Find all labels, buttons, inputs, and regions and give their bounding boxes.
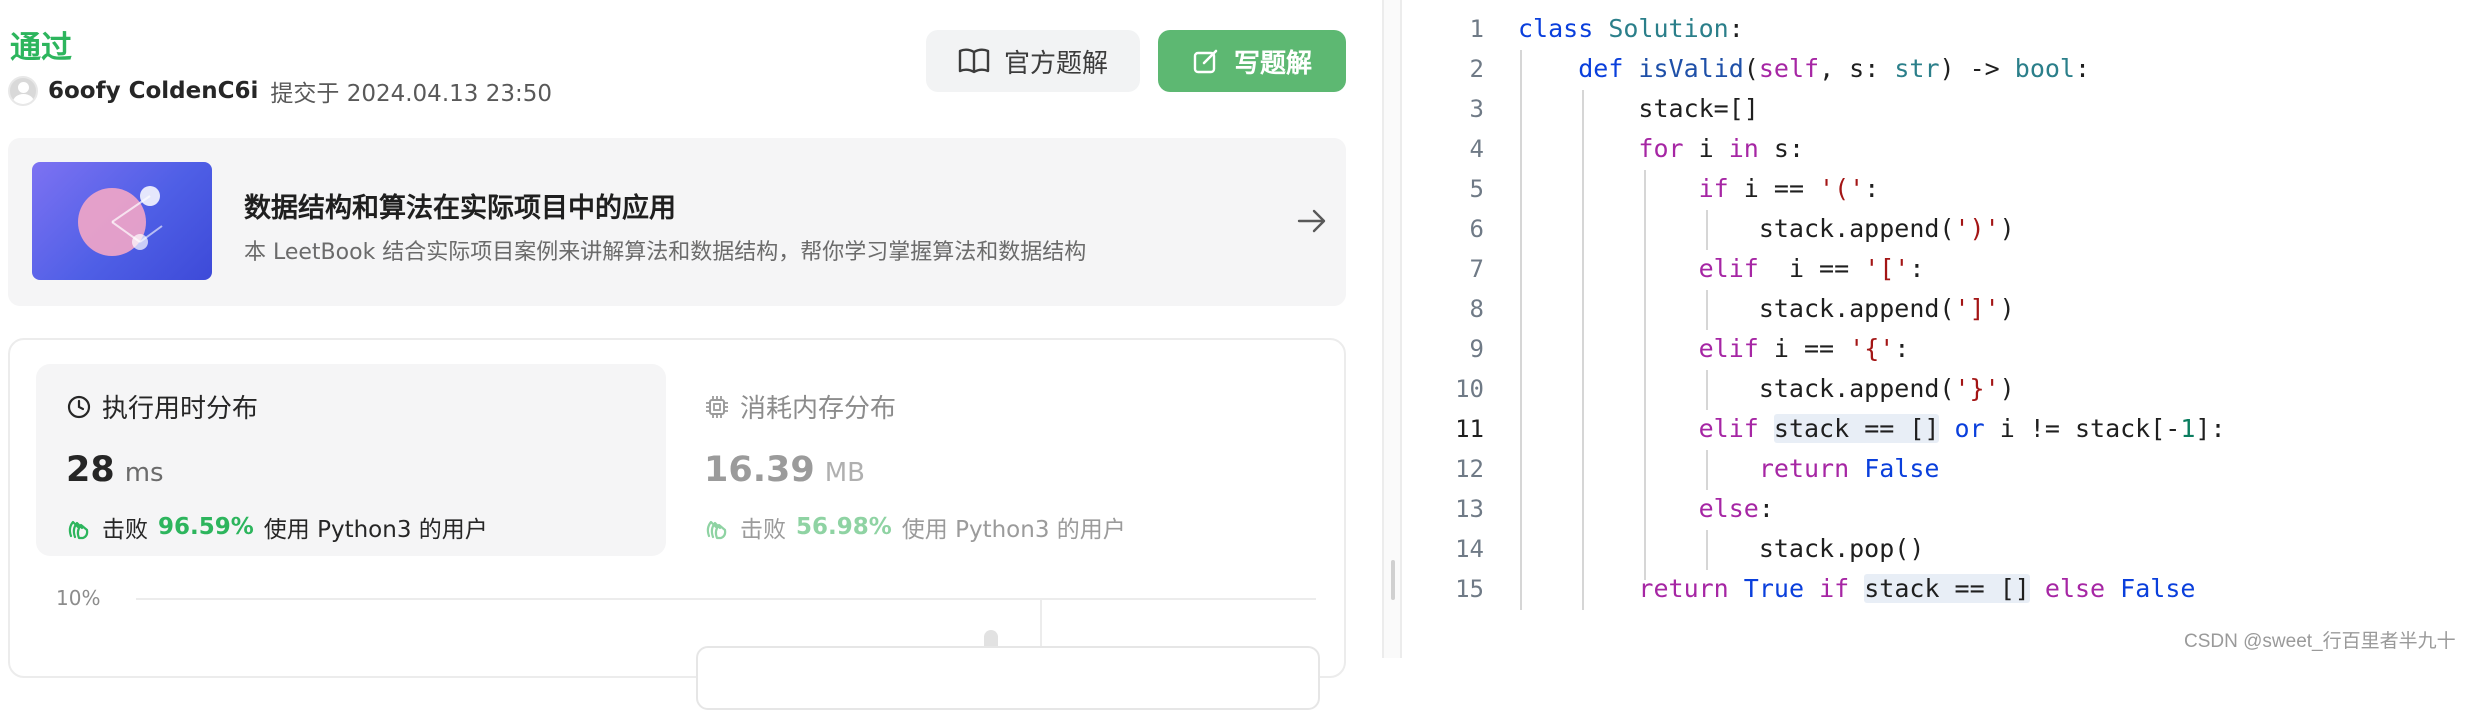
official-solution-button[interactable]: 官方题解 — [926, 30, 1140, 92]
memory-beat-percent: 56.98% — [796, 514, 892, 540]
official-solution-label: 官方题解 — [1003, 48, 1108, 79]
avatar[interactable] — [8, 76, 38, 106]
status-title: 通过 — [10, 30, 72, 66]
book-icon — [958, 48, 990, 74]
memory-label: 消耗内存分布 — [740, 394, 897, 424]
chart-gridline — [136, 598, 1316, 600]
clap-hands-icon — [706, 520, 727, 540]
arrow-right-icon[interactable] — [1296, 206, 1328, 236]
username[interactable]: 6oofy ColdenC6i — [48, 78, 258, 104]
distribution-chart[interactable]: 10% — [36, 570, 1326, 710]
performance-card: 执行用时分布 28 ms 击败 96.59% 使用 Python3 的用户 消耗内… — [8, 338, 1346, 710]
chart-y-tick: 10% — [56, 586, 101, 610]
memory-stat[interactable]: 消耗内存分布 16.39 MB 击败 56.98% 使用 Python3 的用户 — [704, 364, 1304, 556]
clap-hands-icon — [68, 520, 89, 540]
runtime-header: 执行用时分布 — [66, 388, 258, 425]
banner-illustration — [32, 162, 212, 280]
banner-description: 本 LeetBook 结合实际项目案例来讲解算法和数据结构，帮你学习掌握算法和数… — [244, 240, 1087, 265]
memory-value: 16.39 MB — [704, 450, 865, 490]
chart-tooltip — [696, 646, 1320, 710]
drag-handle[interactable] — [1391, 560, 1395, 600]
banner-title: 数据结构和算法在实际项目中的应用 — [244, 193, 676, 224]
runtime-label: 执行用时分布 — [102, 394, 259, 424]
memory-beat: 击败 56.98% 使用 Python3 的用户 — [704, 510, 1126, 544]
leetbook-banner[interactable]: 数据结构和算法在实际项目中的应用 本 LeetBook 结合实际项目案例来讲解算… — [8, 138, 1346, 306]
panel-splitter[interactable] — [1382, 0, 1402, 658]
memory-header: 消耗内存分布 — [704, 388, 896, 425]
runtime-stat[interactable]: 执行用时分布 28 ms 击败 96.59% 使用 Python3 的用户 — [36, 364, 666, 556]
submit-time: 提交于 2024.04.13 23:50 — [270, 81, 552, 107]
edit-icon — [1193, 49, 1218, 74]
runtime-beat: 击败 96.59% 使用 Python3 的用户 — [66, 510, 488, 544]
submission-panel: 通过 6oofy ColdenC6i 提交于 2024.04.13 23:50 … — [0, 0, 1380, 710]
runtime-value: 28 ms — [66, 450, 164, 490]
write-solution-label: 写题解 — [1233, 48, 1312, 79]
watermark: CSDN @sweet_行百里者半九十 — [2184, 631, 2456, 652]
runtime-beat-percent: 96.59% — [158, 514, 254, 540]
code-editor[interactable]: 1 class Solution: 2 def isValid(self, s: … — [1402, 0, 2472, 658]
clock-icon — [67, 395, 91, 418]
write-solution-button[interactable]: 写题解 — [1158, 30, 1346, 92]
chip-icon — [706, 395, 728, 418]
submission-info: 6oofy ColdenC6i 提交于 2024.04.13 23:50 — [8, 74, 552, 108]
